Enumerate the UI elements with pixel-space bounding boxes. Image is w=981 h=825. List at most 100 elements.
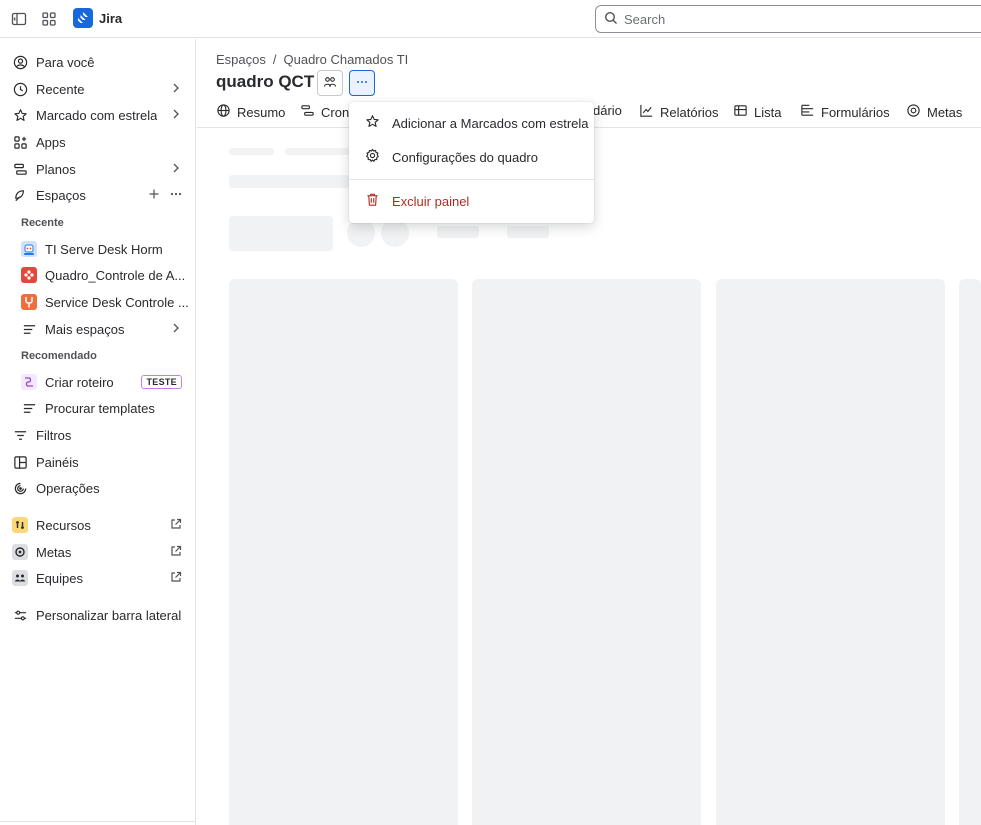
tab-label: Formulários <box>821 104 890 120</box>
more-actions-button[interactable] <box>349 70 375 96</box>
menu-item-label: Adicionar a Marcados com estrela <box>392 115 589 131</box>
chevron-right-icon[interactable] <box>170 321 182 338</box>
sidebar-item-plans[interactable]: Planos <box>6 156 190 182</box>
add-icon[interactable] <box>148 187 160 204</box>
sidebar-item-label: Planos <box>36 161 76 177</box>
sidebar-item-operations[interactable]: Operações <box>6 475 190 501</box>
user-circle-icon <box>12 54 28 70</box>
target-icon <box>12 544 28 560</box>
menu-item-board-settings[interactable]: Configurações do quadro <box>349 140 594 174</box>
external-link-icon[interactable] <box>170 570 182 587</box>
search-input[interactable] <box>624 11 924 27</box>
skeleton-chip <box>437 226 479 238</box>
skeleton-column <box>716 279 945 825</box>
sidebar-item-more-spaces[interactable]: Mais espaços <box>15 316 190 342</box>
sidebar-item-teams[interactable]: Equipes <box>6 565 190 591</box>
chevron-right-icon[interactable] <box>170 107 182 124</box>
more-icon <box>355 75 369 92</box>
sidebar-item-starred[interactable]: Marcado com estrela <box>6 102 190 128</box>
search-icon <box>604 11 618 28</box>
teams-icon <box>12 570 28 586</box>
skeleton-search <box>229 216 333 251</box>
tab-summary[interactable]: Resumo <box>216 103 285 121</box>
skeleton-column <box>229 279 458 825</box>
tab-list[interactable]: Lista <box>733 103 781 121</box>
sidebar-item-resources[interactable]: Recursos <box>6 512 190 538</box>
app-switcher-icon[interactable] <box>39 9 59 29</box>
sidebar-item-browse-templates[interactable]: Procurar templates <box>15 395 190 421</box>
operations-icon <box>12 480 28 496</box>
sidebar-item-label: Filtros <box>36 427 72 443</box>
jira-logo-icon <box>73 8 93 28</box>
list-icon <box>21 400 37 416</box>
more-actions-menu: Adicionar a Marcados com estrela Configu… <box>349 102 594 223</box>
search-box[interactable] <box>595 5 981 33</box>
sidebar-item-label: Recursos <box>36 517 91 533</box>
menu-item-label: Excluir painel <box>392 193 470 209</box>
sidebar-item-label: Procurar templates <box>45 400 155 416</box>
space-item-quadro-controle[interactable]: Quadro_Controle de A... <box>15 262 190 288</box>
dots-icon <box>21 267 37 283</box>
tab-forms[interactable]: Formulários <box>800 103 890 121</box>
breadcrumb-link-spaces[interactable]: Espaços <box>216 52 266 67</box>
section-heading-recommended: Recomendado <box>21 350 97 362</box>
sidebar-item-label: Recente <box>36 81 85 97</box>
tab-bar: Resumo Cron dário Relatórios Lista Formu… <box>216 101 981 125</box>
globe-icon <box>216 103 231 121</box>
sidebar-item-filters[interactable]: Filtros <box>6 422 190 448</box>
star-icon <box>365 114 380 132</box>
chart-line-icon <box>639 103 654 121</box>
skeleton-column <box>472 279 701 825</box>
gear-icon <box>365 148 380 166</box>
sidebar-toggle-icon[interactable] <box>9 9 29 29</box>
jira-logo[interactable]: Jira <box>73 8 122 28</box>
more-icon[interactable] <box>170 187 182 204</box>
skeleton-avatar <box>347 219 375 247</box>
tab-label: Cron <box>321 104 350 120</box>
sidebar-item-create-roadmap[interactable]: Criar roteiro TESTE <box>15 369 190 395</box>
menu-item-add-starred[interactable]: Adicionar a Marcados com estrela <box>349 106 594 140</box>
menu-item-delete-board[interactable]: Excluir painel <box>349 184 594 218</box>
sidebar-item-spaces[interactable]: Espaços <box>6 182 190 208</box>
external-link-icon[interactable] <box>170 517 182 534</box>
tab-label: dário <box>593 103 622 118</box>
skeleton-column <box>959 279 981 825</box>
chevron-right-icon[interactable] <box>170 81 182 98</box>
resources-icon <box>12 517 28 533</box>
sidebar-item-for-you[interactable]: Para você <box>6 49 190 75</box>
page-title: quadro QCT <box>216 72 315 91</box>
sidebar-item-label: Painéis <box>36 454 79 470</box>
breadcrumb-separator: / <box>272 52 277 67</box>
tab-timeline[interactable]: Cron <box>300 103 349 121</box>
sidebar: Para você Recente Marcado com estrela Ap… <box>0 39 196 825</box>
space-item-service-desk[interactable]: Service Desk Controle ... <box>15 289 190 315</box>
tab-label: Metas <box>927 104 963 120</box>
sidebar-item-apps[interactable]: Apps <box>6 129 190 155</box>
trash-icon <box>365 192 380 210</box>
filter-icon <box>12 427 28 443</box>
wrench-icon <box>21 294 37 310</box>
sidebar-item-label: Metas <box>36 544 72 560</box>
sidebar-item-recent[interactable]: Recente <box>6 76 190 102</box>
app-name: Jira <box>99 10 123 26</box>
top-navigation-bar: Jira <box>0 0 981 38</box>
breadcrumb-link-board[interactable]: Quadro Chamados TI <box>284 52 409 67</box>
sidebar-item-label: Equipes <box>36 570 83 586</box>
skeleton-line <box>285 148 350 155</box>
sidebar-item-dashboards[interactable]: Painéis <box>6 449 190 475</box>
external-link-icon[interactable] <box>170 544 182 561</box>
space-item-ti-serve-desk[interactable]: TI Serve Desk Horm <box>15 236 190 262</box>
sidebar-divider <box>0 821 196 822</box>
breadcrumb: Espaços / Quadro Chamados TI <box>216 52 408 67</box>
tab-reports[interactable]: Relatórios <box>639 103 719 121</box>
sidebar-item-customize[interactable]: Personalizar barra lateral <box>6 602 190 628</box>
chevron-right-icon[interactable] <box>170 161 182 178</box>
team-button[interactable] <box>317 70 343 96</box>
robot-icon <box>21 241 37 257</box>
tab-calendar[interactable]: dário <box>593 103 622 118</box>
tab-goals[interactable]: Metas <box>906 103 962 121</box>
plans-icon <box>12 161 28 177</box>
apps-grid-icon <box>12 134 28 150</box>
sidebar-item-goals[interactable]: Metas <box>6 539 190 565</box>
section-heading-recent: Recente <box>21 217 64 229</box>
